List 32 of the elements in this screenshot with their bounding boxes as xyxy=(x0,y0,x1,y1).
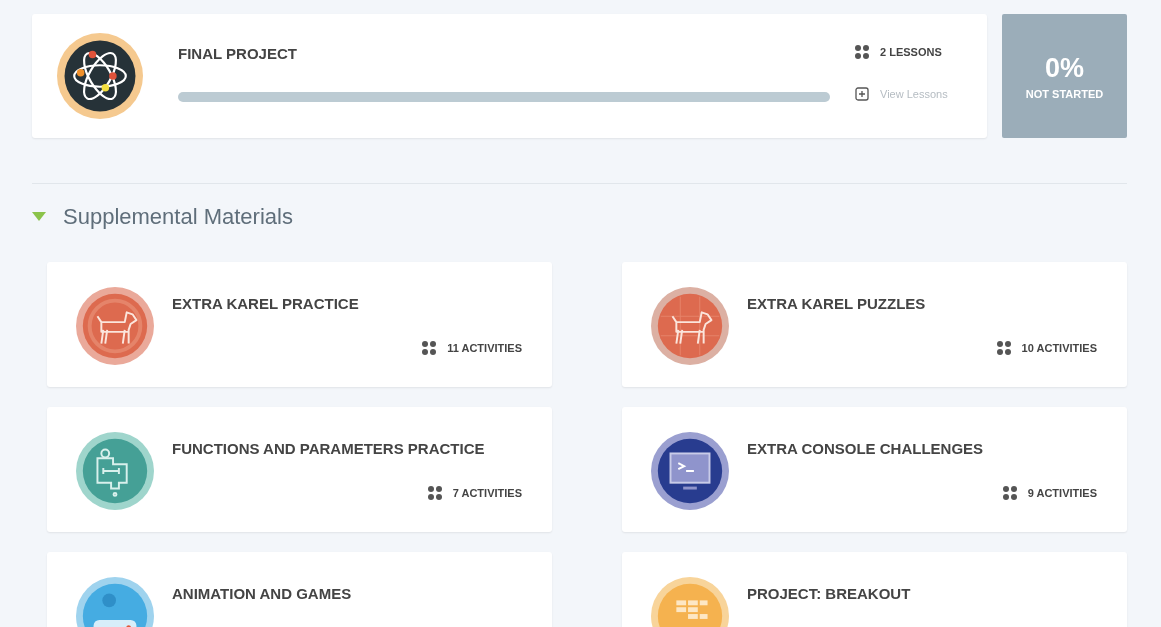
dots-icon xyxy=(855,45,869,59)
dog-icon xyxy=(76,287,154,365)
activity-count: 9 ACTIVITIES xyxy=(1027,487,1097,499)
dots-icon xyxy=(996,341,1011,355)
module-card[interactable]: EXTRA KAREL PUZZLES 10 ACTIVITIES xyxy=(622,262,1127,387)
dots-icon xyxy=(422,341,437,355)
dog-icon xyxy=(651,287,729,365)
module-title: ANIMATION AND GAMES xyxy=(172,585,353,602)
module-card[interactable]: EXTRA CONSOLE CHALLENGES 9 ACTIVITIES xyxy=(622,407,1127,532)
module-card[interactable]: PROJECT: BREAKOUT xyxy=(622,552,1127,627)
plus-box-icon xyxy=(855,87,869,101)
monitor-icon xyxy=(651,432,729,510)
module-card[interactable]: ANIMATION AND GAMES xyxy=(47,552,552,627)
module-title: FINAL PROJECT xyxy=(178,44,298,62)
module-card[interactable]: FUNCTIONS AND PARAMETERS PRACTICE 7 ACTIVITIES xyxy=(47,407,552,532)
progress-status: NOT STARTED xyxy=(1025,87,1104,100)
module-card[interactable]: EXTRA KAREL PRACTICE 11 ACTIVITIES xyxy=(47,262,552,387)
module-title: EXTRA KAREL PUZZLES xyxy=(747,295,927,312)
progress-percent: 0% xyxy=(1045,52,1084,84)
dots-icon xyxy=(1002,486,1017,500)
module-title: PROJECT: BREAKOUT xyxy=(747,585,912,602)
section-toggle[interactable]: Supplemental Materials xyxy=(32,204,293,230)
activity-count: 11 ACTIVITIES xyxy=(447,342,522,354)
activity-count: 7 ACTIVITIES xyxy=(452,487,522,499)
lesson-count: 2 LESSONS xyxy=(880,46,942,58)
module-title: FUNCTIONS AND PARAMETERS PRACTICE xyxy=(172,440,486,457)
module-title: EXTRA KAREL PRACTICE xyxy=(172,295,360,312)
activity-count: 10 ACTIVITIES xyxy=(1021,342,1097,354)
dots-icon xyxy=(427,486,442,500)
atom-icon xyxy=(57,33,143,119)
function-icon xyxy=(76,432,154,510)
module-title: EXTRA CONSOLE CHALLENGES xyxy=(747,440,985,457)
